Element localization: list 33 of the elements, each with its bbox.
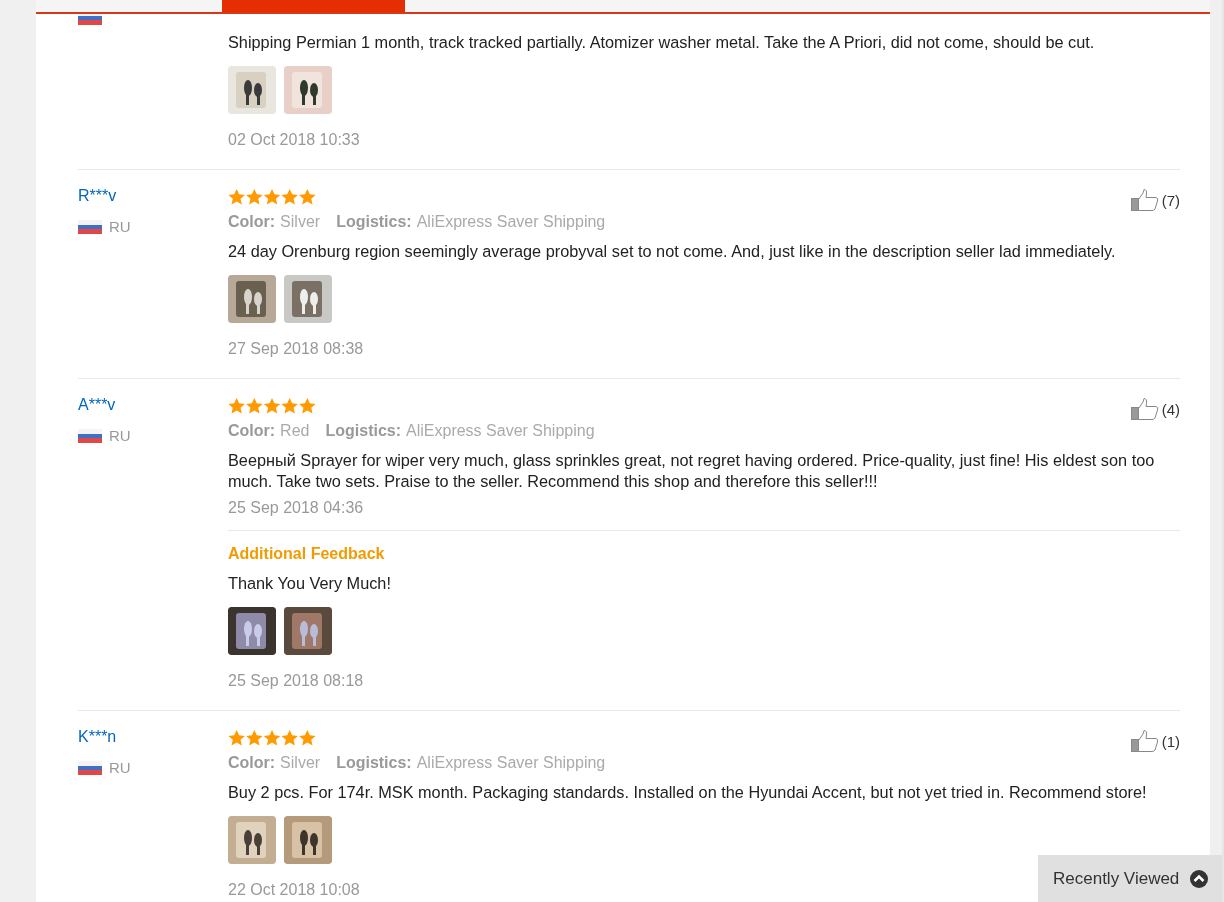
reviewer-name[interactable]: A***v — [78, 395, 116, 415]
review-date: 25 Sep 2018 08:18 — [228, 671, 364, 691]
additional-feedback-title: Additional Feedback — [228, 544, 386, 564]
meta-label: Color: — [228, 212, 276, 232]
review-date: 25 Sep 2018 04:36 — [228, 498, 364, 518]
helpful-count: (1) — [1161, 732, 1180, 750]
meta-label: Logistics: — [325, 421, 402, 441]
meta-value: Silver — [280, 212, 321, 232]
review-date: 22 Oct 2018 10:08 — [228, 880, 360, 900]
meta-value: AliExpress Saver Shipping — [416, 212, 606, 232]
review-date: 02 Oct 2018 10:33 — [228, 130, 360, 150]
country-code: RU — [109, 426, 131, 446]
helpful-count: (4) — [1161, 400, 1180, 418]
meta-label: Color: — [228, 753, 276, 773]
review-text: Buy 2 pcs. For 174r. MSK month. Packaging standards. Installed on the Hyundai Accent, but not yet tried in. Recommend store! — [228, 782, 1148, 803]
reviewer-name[interactable]: K***n — [78, 727, 117, 747]
review-text: Веерный Sprayer for wiper very much, glass sprinkles great, not regret having ordered. Price-quality, just fine! His eldest son too much. Take two sets. Praise to the seller. Recommend this shop and therefore this seller!!! — [228, 450, 1156, 492]
meta-value: Red — [280, 421, 310, 441]
meta-value: AliExpress Saver Shipping — [416, 753, 606, 773]
review-text: Thank You Very Much! — [228, 573, 392, 594]
country-code: RU — [109, 217, 131, 237]
meta-value: Silver — [280, 753, 321, 773]
meta-value: AliExpress Saver Shipping — [406, 421, 595, 441]
helpful-count: (7) — [1161, 191, 1180, 209]
country-code: RU — [109, 758, 131, 778]
meta-label: Color: — [228, 421, 276, 441]
review-date: 27 Sep 2018 08:38 — [228, 339, 364, 359]
reviewer-name[interactable]: R***v — [78, 186, 117, 206]
meta-label: Logistics: — [336, 753, 412, 773]
review-text: Shipping Permian 1 month, track tracked partially. Atomizer washer metal. Take the A Priori, did not come, should be cut. — [228, 32, 1096, 53]
meta-label: Logistics: — [336, 212, 412, 232]
review-text: 24 day Orenburg region seemingly average probyval set to not come. And, just like in the description seller lad immediately. — [228, 241, 1117, 262]
recently-viewed-button[interactable]: Recently Viewed — [1038, 855, 1222, 902]
